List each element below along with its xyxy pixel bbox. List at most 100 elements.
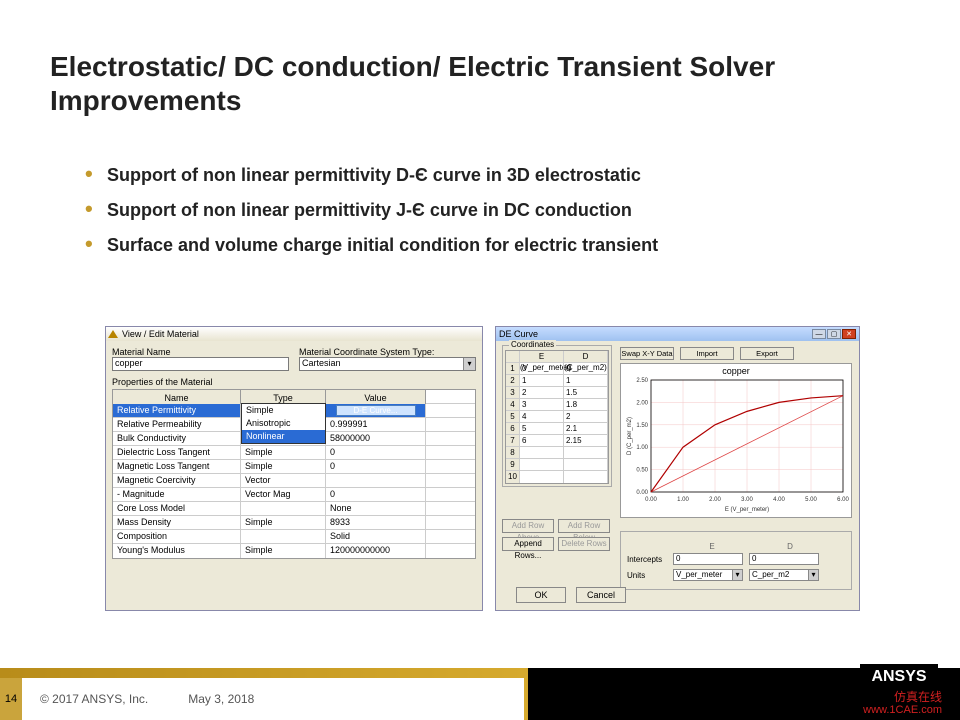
- copyright: © 2017 ANSYS, Inc.: [40, 692, 148, 706]
- e-cell[interactable]: 6: [520, 435, 564, 446]
- material-name-input[interactable]: copper: [112, 357, 289, 371]
- intercept-e-input[interactable]: 0: [673, 553, 743, 565]
- svg-text:2.50: 2.50: [636, 378, 648, 384]
- properties-grid: Name Type Value Relative Permittivity No…: [112, 389, 476, 559]
- e-cell[interactable]: 1: [520, 375, 564, 386]
- coord-type-value: Cartesian: [302, 358, 341, 368]
- coordinates-group: Coordinates E (V_per_meter) D (C_per_m2)…: [502, 345, 612, 487]
- prop-value[interactable]: 0.999991: [326, 418, 426, 431]
- close-button[interactable]: ✕: [842, 329, 856, 339]
- units-label: Units: [627, 571, 667, 580]
- prop-value[interactable]: 0: [326, 488, 426, 501]
- prop-value[interactable]: 120000000000: [326, 544, 426, 558]
- bullet-list: Support of non linear permittivity D-Є c…: [85, 165, 885, 270]
- footer-date: May 3, 2018: [188, 692, 254, 706]
- prop-type[interactable]: Simple: [241, 460, 326, 473]
- cae-cn: 仿真在线: [863, 691, 942, 704]
- prop-type[interactable]: Vector Mag: [241, 488, 326, 501]
- prop-value[interactable]: [326, 474, 426, 487]
- prop-value[interactable]: Solid: [326, 530, 426, 543]
- dropdown-option-selected[interactable]: Nonlinear: [242, 430, 325, 443]
- e-cell[interactable]: [520, 447, 564, 458]
- prop-name[interactable]: Relative Permeability: [113, 418, 241, 431]
- prop-type[interactable]: Simple: [241, 516, 326, 529]
- d-cell[interactable]: [564, 471, 608, 483]
- intercept-d-input[interactable]: 0: [749, 553, 819, 565]
- units-d-select[interactable]: C_per_m2▾: [749, 569, 819, 581]
- ok-button[interactable]: OK: [516, 587, 566, 603]
- e-cell[interactable]: [520, 459, 564, 470]
- prop-name[interactable]: Relative Permittivity: [113, 404, 241, 417]
- dropdown-option[interactable]: Simple: [242, 404, 325, 417]
- e-cell[interactable]: 5: [520, 423, 564, 434]
- d-cell[interactable]: 2.15: [564, 435, 608, 446]
- prop-name[interactable]: Young's Modulus: [113, 544, 241, 558]
- prop-name[interactable]: Mass Density: [113, 516, 241, 529]
- row-num: 6: [506, 423, 520, 434]
- prop-value[interactable]: 0: [326, 460, 426, 473]
- e-cell[interactable]: 2: [520, 387, 564, 398]
- add-row-below-button[interactable]: Add Row Below: [558, 519, 610, 533]
- e-cell[interactable]: 3: [520, 399, 564, 410]
- import-dataset-button[interactable]: Import Dataset...: [680, 347, 734, 360]
- row-num: 3: [506, 387, 520, 398]
- swap-xy-button[interactable]: Swap X-Y Data: [620, 347, 674, 360]
- prop-type[interactable]: Vector: [241, 474, 326, 487]
- window-controls: — ▢ ✕: [812, 329, 856, 339]
- prop-name[interactable]: Magnetic Loss Tangent: [113, 460, 241, 473]
- e-cell[interactable]: 4: [520, 411, 564, 422]
- material-name-label: Material Name: [112, 347, 289, 357]
- units-e-select[interactable]: V_per_meter▾: [673, 569, 743, 581]
- append-rows-button[interactable]: Append Rows...: [502, 537, 554, 551]
- prop-type[interactable]: Simple: [241, 446, 326, 459]
- prop-value[interactable]: D-E Curve...: [326, 404, 426, 417]
- prop-name[interactable]: Composition: [113, 530, 241, 543]
- d-cell[interactable]: [564, 459, 608, 470]
- coord-type-select[interactable]: Cartesian ▾: [299, 357, 476, 371]
- d-cell[interactable]: 2: [564, 411, 608, 422]
- prop-value[interactable]: 58000000: [326, 432, 426, 445]
- material-titlebar: View / Edit Material: [106, 327, 482, 341]
- e-cell[interactable]: [520, 471, 564, 483]
- ed-header-d: D: [751, 542, 829, 551]
- minimize-button[interactable]: —: [812, 329, 826, 339]
- d-cell[interactable]: 2.1: [564, 423, 608, 434]
- export-dataset-button[interactable]: Export Dataset...: [740, 347, 794, 360]
- cae-url: www.1CAE.com: [863, 704, 942, 716]
- dropdown-option[interactable]: Anisotropic: [242, 417, 325, 430]
- add-row-above-button[interactable]: Add Row Above: [502, 519, 554, 533]
- prop-type[interactable]: Simple: [241, 544, 326, 558]
- delete-rows-button[interactable]: Delete Rows: [558, 537, 610, 551]
- prop-type[interactable]: [241, 530, 326, 543]
- svg-text:5.00: 5.00: [805, 497, 817, 503]
- d-cell[interactable]: 0: [564, 363, 608, 374]
- de-curve-button[interactable]: D-E Curve...: [336, 405, 416, 416]
- coord-type-label: Material Coordinate System Type:: [299, 347, 476, 357]
- d-cell[interactable]: 1.8: [564, 399, 608, 410]
- row-num-header: [506, 351, 520, 362]
- prop-type[interactable]: [241, 502, 326, 515]
- chevron-down-icon: ▾: [808, 570, 818, 580]
- row-num: 8: [506, 447, 520, 458]
- row-num: 2: [506, 375, 520, 386]
- prop-name[interactable]: Dielectric Loss Tangent: [113, 446, 241, 459]
- prop-name[interactable]: Magnetic Coercivity: [113, 474, 241, 487]
- d-header: D (C_per_m2): [564, 351, 608, 362]
- prop-name[interactable]: - Magnitude: [113, 488, 241, 501]
- d-cell[interactable]: [564, 447, 608, 458]
- svg-text:E (V_per_meter): E (V_per_meter): [725, 507, 769, 513]
- d-cell[interactable]: 1: [564, 375, 608, 386]
- svg-text:0.50: 0.50: [636, 468, 648, 474]
- cancel-button[interactable]: Cancel: [576, 587, 626, 603]
- type-dropdown-list[interactable]: Simple Anisotropic Nonlinear: [241, 403, 326, 444]
- prop-value[interactable]: 8933: [326, 516, 426, 529]
- prop-value[interactable]: None: [326, 502, 426, 515]
- maximize-button[interactable]: ▢: [827, 329, 841, 339]
- prop-value[interactable]: 0: [326, 446, 426, 459]
- cae-watermark: 仿真在线 www.1CAE.com: [863, 691, 942, 716]
- chevron-down-icon: ▾: [732, 570, 742, 580]
- prop-name[interactable]: Core Loss Model: [113, 502, 241, 515]
- d-cell[interactable]: 1.5: [564, 387, 608, 398]
- prop-name[interactable]: Bulk Conductivity: [113, 432, 241, 445]
- e-cell[interactable]: 0: [520, 363, 564, 374]
